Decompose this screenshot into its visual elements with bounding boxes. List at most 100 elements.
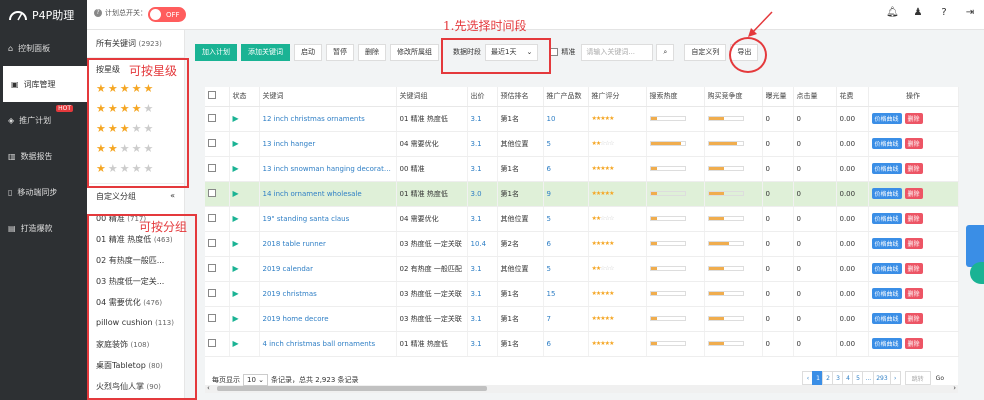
price-curve-button[interactable]: 价格曲线 bbox=[871, 138, 902, 149]
delete-row-button[interactable]: 删除 bbox=[904, 338, 923, 349]
table-row[interactable]: ▶ 14 inch ornament wholesale 01 精准 热度低 3.0 第… bbox=[205, 181, 959, 207]
table-row[interactable]: ▶ 2019 christmas 03 热度低 一定关联 3.1 第1名 15 ★★★★★ 0… bbox=[205, 281, 959, 307]
keyword-link[interactable]: 12 inch christmas ornaments bbox=[259, 106, 397, 132]
row-checkbox-cell[interactable] bbox=[205, 156, 230, 182]
play-icon[interactable]: ▶ bbox=[229, 156, 260, 182]
row-checkbox[interactable] bbox=[208, 288, 216, 297]
next-page-button[interactable]: › bbox=[889, 371, 901, 385]
row-checkbox[interactable] bbox=[208, 238, 216, 247]
product-count[interactable]: 6 bbox=[543, 156, 589, 182]
keyword-search-input[interactable]: 请输入关键词... bbox=[581, 43, 654, 61]
row-checkbox[interactable] bbox=[208, 213, 216, 222]
row-checkbox-cell[interactable] bbox=[205, 306, 230, 332]
price-curve-button[interactable]: 价格曲线 bbox=[871, 263, 902, 274]
row-checkbox[interactable] bbox=[208, 113, 216, 122]
bell-icon[interactable]: 🔔︎ bbox=[886, 7, 899, 18]
page-jump-input[interactable]: 跳转 bbox=[904, 371, 931, 385]
table-row[interactable]: ▶ 19" standing santa claus 04 需要优化 3.1 其他位置 5… bbox=[205, 206, 959, 232]
help-circle-icon[interactable]: ? bbox=[938, 7, 950, 18]
product-count[interactable]: 9 bbox=[543, 181, 589, 207]
sidebar-item-reports[interactable]: ▥ 数据报告 bbox=[0, 138, 87, 174]
row-checkbox[interactable] bbox=[208, 263, 216, 272]
product-count[interactable]: 5 bbox=[543, 256, 589, 282]
delete-row-button[interactable]: 删除 bbox=[904, 113, 923, 124]
keyword-link[interactable]: 13 inch snowman hanging decorations bbox=[259, 156, 397, 182]
bid-value[interactable]: 3.1 bbox=[467, 131, 498, 157]
price-curve-button[interactable]: 价格曲线 bbox=[871, 113, 902, 124]
delete-row-button[interactable]: 删除 bbox=[904, 238, 923, 249]
table-row[interactable]: ▶ 2018 table runner 03 热度低 一定关联 10.4 第2名 6 ★★★… bbox=[205, 231, 959, 257]
play-icon[interactable]: ▶ bbox=[229, 256, 260, 282]
product-count[interactable]: 15 bbox=[543, 281, 589, 307]
sidebar-item-plans[interactable]: ◈ 推广计划 HOT bbox=[0, 102, 87, 138]
search-icon[interactable]: ⌕ bbox=[656, 43, 675, 61]
go-button[interactable]: Go bbox=[934, 371, 946, 385]
all-keywords[interactable]: 所有关键词 (2923) bbox=[87, 30, 184, 58]
exact-checkbox[interactable] bbox=[550, 48, 559, 56]
table-row[interactable]: ▶ 2019 home decore 03 热度低 一定关联 3.1 第1名 7 ★★★★★… bbox=[205, 306, 959, 332]
play-icon[interactable]: ▶ bbox=[229, 181, 260, 207]
keyword-link[interactable]: 19" standing santa claus bbox=[259, 206, 397, 232]
table-row[interactable]: ▶ 12 inch christmas ornaments 01 精准 热度低 3.1… bbox=[205, 106, 959, 132]
price-curve-button[interactable]: 价格曲线 bbox=[871, 213, 902, 224]
play-icon[interactable]: ▶ bbox=[229, 231, 260, 257]
bid-value[interactable]: 3.1 bbox=[467, 256, 498, 282]
product-count[interactable]: 6 bbox=[543, 331, 589, 357]
row-checkbox-cell[interactable] bbox=[205, 206, 230, 232]
row-checkbox-cell[interactable] bbox=[205, 281, 230, 307]
row-checkbox-cell[interactable] bbox=[205, 181, 230, 207]
product-count[interactable]: 5 bbox=[543, 206, 589, 232]
scroll-left-icon[interactable]: ‹ bbox=[207, 384, 210, 392]
delete-row-button[interactable]: 删除 bbox=[904, 263, 923, 274]
app-logo[interactable]: P4P助理 bbox=[0, 0, 87, 30]
add-plan-button[interactable]: 加入计划 bbox=[195, 43, 237, 61]
chat-widget-icon[interactable] bbox=[966, 225, 984, 267]
select-all-header[interactable] bbox=[205, 87, 230, 107]
product-count[interactable]: 5 bbox=[543, 131, 589, 157]
edit-group-button[interactable]: 修改所属组 bbox=[390, 43, 439, 61]
product-count[interactable]: 7 bbox=[543, 306, 589, 332]
keyword-link[interactable]: 2019 calendar bbox=[259, 256, 397, 282]
row-checkbox[interactable] bbox=[208, 313, 216, 322]
delete-row-button[interactable]: 删除 bbox=[904, 188, 923, 199]
table-row[interactable]: ▶ 2019 calendar 02 有热度 一般匹配 3.1 其他位置 5 ★★☆☆☆ 0 0… bbox=[205, 256, 959, 282]
user-icon[interactable]: ♟ bbox=[912, 7, 924, 18]
product-count[interactable]: 10 bbox=[543, 106, 589, 132]
row-checkbox-cell[interactable] bbox=[205, 331, 230, 357]
table-row[interactable]: ▶ 4 inch christmas ball ornaments 01 精准 热度… bbox=[205, 331, 959, 357]
sidebar-item-hot[interactable]: ▤ 打造爆款 bbox=[0, 210, 87, 246]
custom-columns-button[interactable]: 自定义列 bbox=[684, 43, 727, 61]
play-icon[interactable]: ▶ bbox=[229, 106, 260, 132]
row-checkbox-cell[interactable] bbox=[205, 131, 230, 157]
play-icon[interactable]: ▶ bbox=[229, 306, 260, 332]
keyword-link[interactable]: 14 inch ornament wholesale bbox=[259, 181, 397, 207]
price-curve-button[interactable]: 价格曲线 bbox=[871, 188, 902, 199]
delete-button[interactable]: 删除 bbox=[358, 43, 386, 61]
play-icon[interactable]: ▶ bbox=[229, 131, 260, 157]
row-checkbox-cell[interactable] bbox=[205, 231, 230, 257]
collapse-icon[interactable]: « bbox=[170, 191, 175, 202]
table-row[interactable]: ▶ 13 inch hanger 04 需要优化 3.1 其他位置 5 ★★☆☆☆ 0 0 0.0… bbox=[205, 131, 959, 157]
price-curve-button[interactable]: 价格曲线 bbox=[871, 288, 902, 299]
scroll-thumb[interactable] bbox=[217, 386, 487, 391]
row-checkbox-cell[interactable] bbox=[205, 106, 230, 132]
delete-row-button[interactable]: 删除 bbox=[904, 213, 923, 224]
autoplan-toggle[interactable]: OFF bbox=[148, 7, 186, 22]
per-page-select[interactable]: 10 ⌄ bbox=[243, 374, 269, 386]
row-checkbox-cell[interactable] bbox=[205, 256, 230, 282]
bid-value[interactable]: 3.1 bbox=[467, 281, 498, 307]
delete-row-button[interactable]: 删除 bbox=[904, 313, 923, 324]
delete-row-button[interactable]: 删除 bbox=[904, 288, 923, 299]
sidebar-item-mobile[interactable]: ▯ 移动端同步 bbox=[0, 174, 87, 210]
product-count[interactable]: 6 bbox=[543, 231, 589, 257]
sidebar-item-keywords[interactable]: ▣ 词库管理 bbox=[0, 66, 87, 102]
add-keyword-button[interactable]: 添加关键词 bbox=[241, 43, 290, 61]
delete-row-button[interactable]: 删除 bbox=[904, 138, 923, 149]
start-button[interactable]: 启动 bbox=[294, 43, 322, 61]
keyword-link[interactable]: 13 inch hanger bbox=[259, 131, 397, 157]
delete-row-button[interactable]: 删除 bbox=[904, 163, 923, 174]
keyword-link[interactable]: 4 inch christmas ball ornaments bbox=[259, 331, 397, 357]
row-checkbox[interactable] bbox=[208, 163, 216, 172]
row-checkbox[interactable] bbox=[208, 338, 216, 347]
play-icon[interactable]: ▶ bbox=[229, 281, 260, 307]
